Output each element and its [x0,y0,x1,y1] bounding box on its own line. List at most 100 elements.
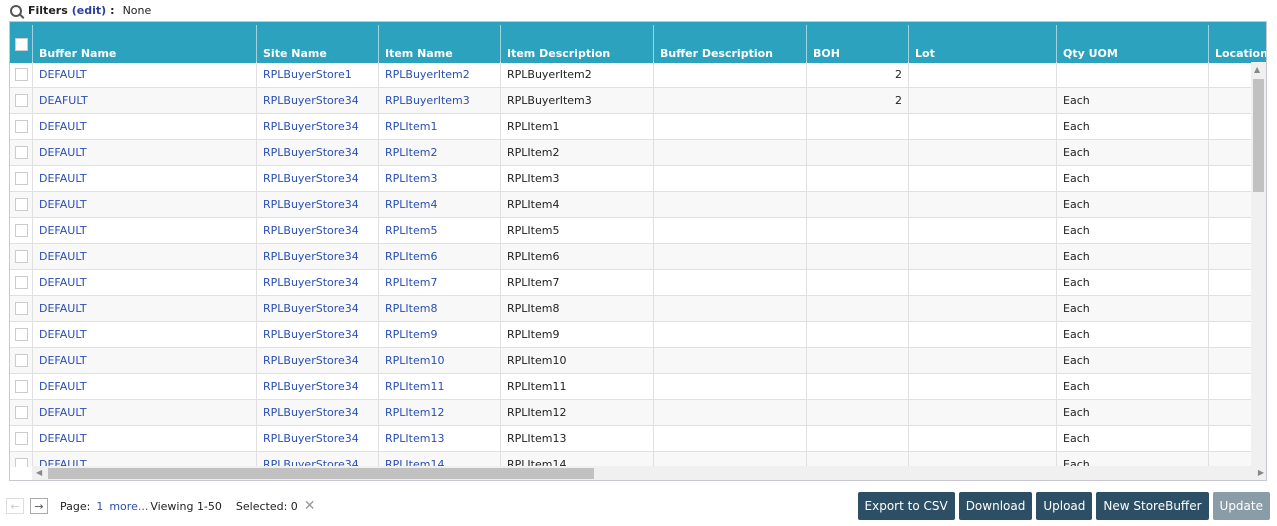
column-header[interactable]: Lot [908,25,1056,63]
cell-link[interactable]: DEFAULT [32,296,256,321]
vertical-scrollbar[interactable]: ▲ [1251,62,1266,467]
page-number-link[interactable]: 1 [96,500,103,513]
pagination: ← → Page: 1 more... Viewing 1-50 Selecte… [6,498,316,514]
cell-link[interactable]: RPLItem11 [378,374,500,399]
cell-link[interactable]: RPLBuyerStore34 [256,270,378,295]
column-header[interactable]: Location [1208,25,1266,63]
table-cell: Each [1056,348,1208,373]
cell-link[interactable]: DEFAULT [32,348,256,373]
next-page-button[interactable]: → [30,498,48,514]
cell-link[interactable]: RPLItem14 [378,452,500,467]
download-button[interactable]: Download [958,492,1033,520]
column-header[interactable]: Buffer Name [32,25,256,63]
cell-link[interactable]: RPLBuyerStore34 [256,322,378,347]
cell-link[interactable]: RPLBuyerStore34 [256,296,378,321]
cell-link[interactable]: DEFAULT [32,322,256,347]
filters-edit-link[interactable]: (edit) [72,4,106,17]
cell-link[interactable]: DEFAULT [32,400,256,425]
cell-link[interactable]: RPLBuyerStore34 [256,140,378,165]
row-checkbox[interactable] [14,458,28,467]
cell-link[interactable]: RPLBuyerStore34 [256,166,378,191]
cell-link[interactable]: RPLBuyerStore1 [256,62,378,87]
cell-link[interactable]: RPLItem10 [378,348,500,373]
cell-link[interactable]: RPLItem3 [378,166,500,191]
cell-link[interactable]: DEFAULT [32,192,256,217]
cell-link[interactable]: DEFAULT [32,270,256,295]
column-header[interactable]: Buffer Description [653,25,806,63]
row-checkbox[interactable] [14,224,28,237]
scroll-right-icon[interactable]: ▶ [1258,468,1264,477]
table-row: DEFAULT RPLBuyerStore34 RPLItem10 RPLItem10… [10,348,1252,374]
vertical-scroll-thumb[interactable] [1253,79,1264,192]
cell-link[interactable]: DEFAULT [32,62,256,87]
horizontal-scroll-thumb[interactable] [48,468,594,479]
cell-link[interactable]: RPLBuyerStore34 [256,348,378,373]
cell-link[interactable]: DEFAULT [32,426,256,451]
column-header[interactable]: Qty UOM [1056,25,1208,63]
cell-link[interactable]: DEFAULT [32,244,256,269]
cell-link[interactable]: RPLItem12 [378,400,500,425]
more-pages-link[interactable]: more... [109,500,148,513]
cell-link[interactable]: RPLBuyerStore34 [256,88,378,113]
column-header[interactable]: Item Name [378,25,500,63]
cell-link[interactable]: DEFAULT [32,218,256,243]
new-storebuffer-button[interactable]: New StoreBuffer [1096,492,1209,520]
table-cell: RPLItem3 [500,166,653,191]
row-checkbox[interactable] [14,250,28,263]
cell-link[interactable]: RPLBuyerStore34 [256,192,378,217]
cell-link[interactable]: RPLItem5 [378,218,500,243]
row-checkbox[interactable] [14,172,28,185]
row-checkbox[interactable] [14,432,28,445]
row-checkbox[interactable] [14,198,28,211]
cell-link[interactable]: DEFAULT [32,140,256,165]
row-checkbox[interactable] [14,120,28,133]
cell-link[interactable]: RPLBuyerStore34 [256,426,378,451]
column-header[interactable]: Site Name [256,25,378,63]
cell-link[interactable]: RPLItem2 [378,140,500,165]
cell-link[interactable]: DEAFULT [32,88,256,113]
cell-link[interactable]: DEFAULT [32,452,256,467]
prev-page-button[interactable]: ← [6,498,24,514]
cell-link[interactable]: RPLItem8 [378,296,500,321]
cell-link[interactable]: RPLBuyerStore34 [256,374,378,399]
row-checkbox[interactable] [14,302,28,315]
row-checkbox[interactable] [14,328,28,341]
cell-link[interactable]: RPLBuyerStore34 [256,400,378,425]
cell-link[interactable]: RPLItem6 [378,244,500,269]
row-checkbox[interactable] [14,146,28,159]
cell-link[interactable]: RPLItem13 [378,426,500,451]
cell-link[interactable]: RPLBuyerStore34 [256,114,378,139]
row-checkbox[interactable] [14,380,28,393]
row-checkbox[interactable] [14,354,28,367]
row-checkbox[interactable] [14,276,28,289]
cell-link[interactable]: RPLBuyerItem3 [378,88,500,113]
row-checkbox[interactable] [14,94,28,107]
cell-link[interactable]: RPLItem9 [378,322,500,347]
cell-link[interactable]: DEFAULT [32,166,256,191]
scroll-left-icon[interactable]: ◀ [36,468,42,477]
table-cell: Each [1056,322,1208,347]
row-checkbox[interactable] [14,68,28,81]
cell-link[interactable]: RPLBuyerStore34 [256,452,378,467]
cell-link[interactable]: RPLBuyerStore34 [256,244,378,269]
cell-link[interactable]: DEFAULT [32,114,256,139]
scroll-up-icon[interactable]: ▲ [1254,65,1260,74]
cell-link[interactable]: DEFAULT [32,374,256,399]
column-header[interactable]: Item Description [500,25,653,63]
cell-link[interactable]: RPLItem1 [378,114,500,139]
select-all-checkbox[interactable] [14,37,28,51]
table-cell [1208,140,1252,165]
table-cell [806,192,908,217]
cell-link[interactable]: RPLBuyerStore34 [256,218,378,243]
table-cell [908,192,1056,217]
update-button[interactable]: Update [1212,492,1270,520]
clear-selection-icon[interactable]: ✕ [304,498,316,514]
cell-link[interactable]: RPLBuyerItem2 [378,62,500,87]
horizontal-scrollbar[interactable]: ◀ ▶ [32,466,1266,480]
export-csv-button[interactable]: Export to CSV [857,492,955,520]
column-header[interactable]: BOH [806,25,908,63]
cell-link[interactable]: RPLItem7 [378,270,500,295]
row-checkbox[interactable] [14,406,28,419]
cell-link[interactable]: RPLItem4 [378,192,500,217]
upload-button[interactable]: Upload [1036,492,1093,520]
